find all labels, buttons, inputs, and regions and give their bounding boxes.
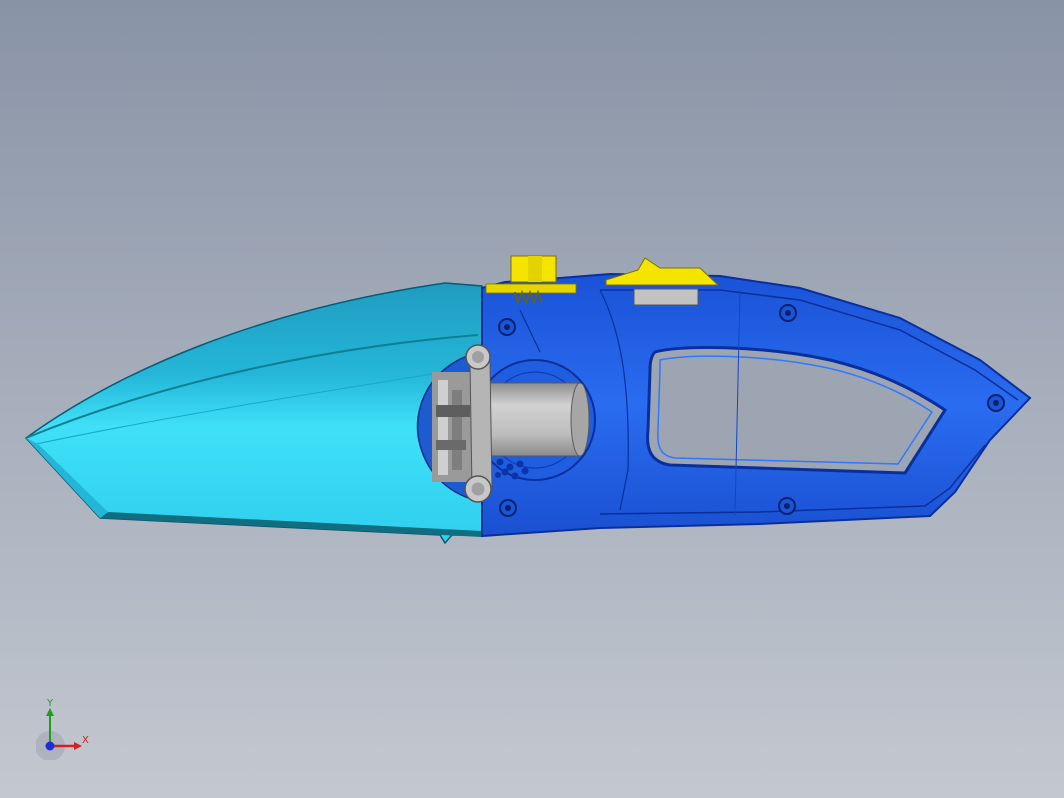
y-axis-label: Y [47,698,54,709]
x-axis-label: X [82,735,89,746]
view-triad[interactable]: Y X [36,696,106,760]
vacuum-model[interactable] [0,0,1064,798]
motor-cylinder [484,382,590,457]
cad-viewport[interactable]: Y X [0,0,1064,798]
nozzle-shell [24,282,483,545]
